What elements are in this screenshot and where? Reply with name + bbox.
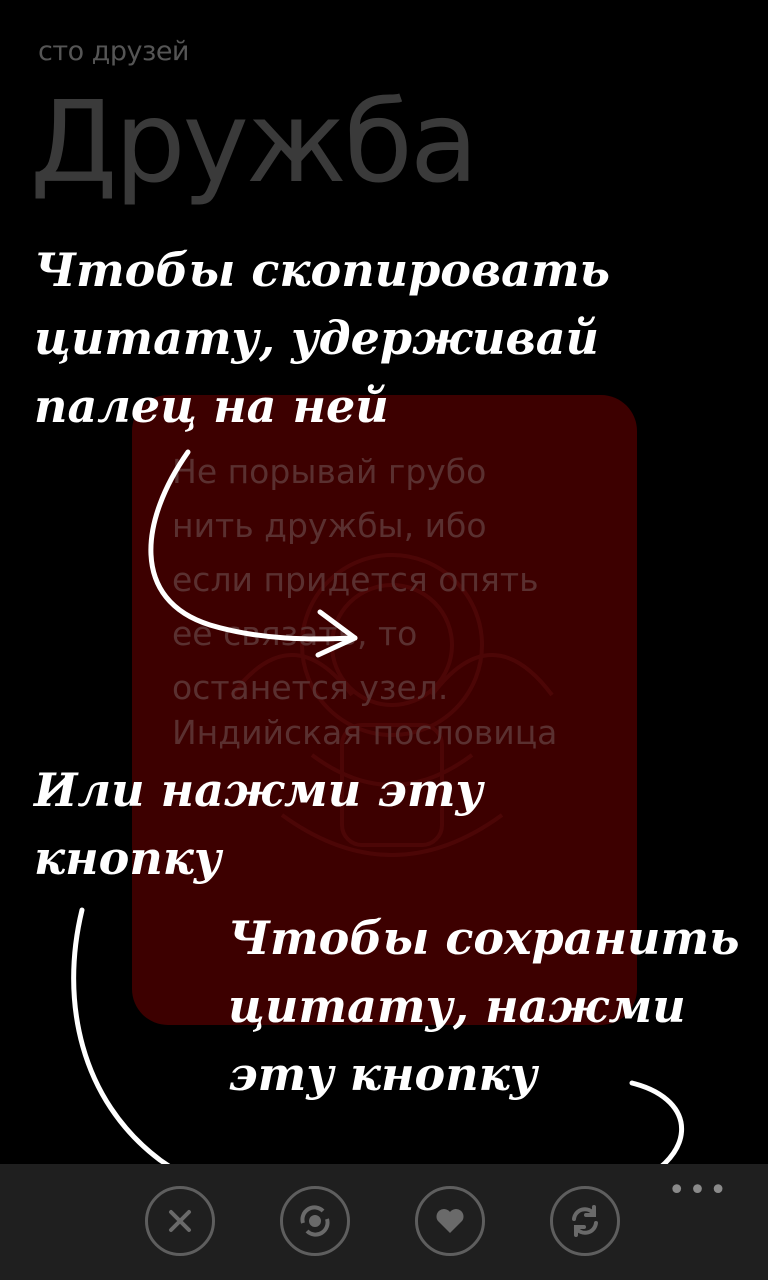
close-button[interactable] bbox=[145, 1186, 215, 1256]
app-bar: ••• bbox=[0, 1164, 768, 1280]
app-subtitle: сто друзей bbox=[38, 36, 189, 67]
quote-text: Не порывай грубо нить дружбы, ибо если п… bbox=[172, 452, 539, 707]
hint-copy-text: Чтобы скопировать цитату, удерживай пале… bbox=[34, 243, 610, 433]
quote-author: Индийская пословица bbox=[172, 713, 558, 752]
refresh-icon bbox=[572, 1205, 598, 1237]
refresh-button[interactable] bbox=[550, 1186, 620, 1256]
copy-icon bbox=[300, 1205, 330, 1237]
hint-copy-button-text: Или нажми эту кнопку bbox=[34, 763, 484, 885]
favorite-button[interactable] bbox=[415, 1186, 485, 1256]
copy-button[interactable] bbox=[280, 1186, 350, 1256]
hint-save-text: Чтобы сохранить цитату, нажми эту кнопку bbox=[228, 911, 740, 1101]
page-title: Дружба bbox=[30, 78, 478, 208]
more-options-button[interactable]: ••• bbox=[668, 1176, 730, 1206]
favorite-icon bbox=[436, 1209, 464, 1233]
close-icon bbox=[169, 1210, 191, 1232]
